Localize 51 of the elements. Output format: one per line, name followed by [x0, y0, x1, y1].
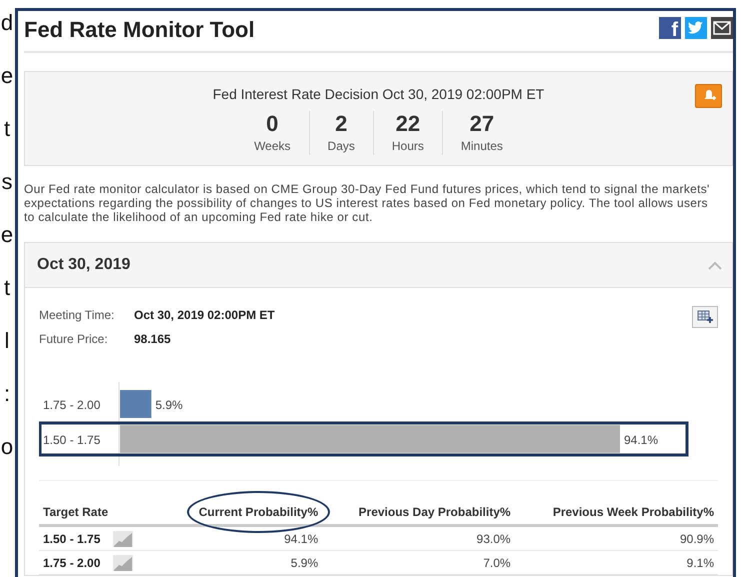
margin-letter: o [0, 433, 14, 461]
table-cell: 1.50 - 1.75 [39, 526, 109, 551]
margin-letter: t [4, 115, 10, 143]
column-header: Previous Day Probability% [358, 505, 511, 520]
page-title: Fed Rate Monitor Tool [24, 17, 255, 44]
field-label: Meeting Time: [39, 307, 116, 324]
table-plus-icon [697, 310, 713, 324]
table-cell: 5.9% [169, 550, 322, 575]
table-cell: 9.1% [514, 550, 718, 575]
bar-value-label: 5.9% [155, 398, 183, 412]
margin-letter: l [4, 327, 10, 355]
table-cell: 7.0% [322, 550, 515, 575]
margin-letter: : [4, 380, 10, 408]
chevron-up-icon[interactable] [708, 260, 722, 270]
table-cell: 94.1% [169, 526, 322, 551]
field-value: Oct 30, 2019 02:00PM ET [134, 307, 275, 324]
margin-letter: d [0, 9, 14, 37]
countdown-value: 0 [265, 111, 280, 138]
countdown-label: Days [328, 138, 355, 156]
email-icon[interactable] [711, 17, 733, 39]
countdown-value: 22 [394, 111, 422, 138]
countdown-label: Weeks [254, 138, 291, 156]
panel-title: Oct 30, 2019 [37, 255, 130, 276]
field-value: 98.165 [134, 331, 171, 348]
column-header: Previous Week Probability% [552, 505, 714, 520]
bar-value-label: 94.1% [624, 433, 658, 448]
bar-label: 1.75 - 2.00 [43, 398, 100, 412]
countdown-value: 2 [334, 111, 348, 138]
add-alert-button[interactable] [695, 84, 722, 108]
margin-letter: e [0, 62, 14, 90]
field-label: Future Price: [39, 331, 109, 348]
margin-letter: s [2, 168, 12, 196]
column-header: Current Probability% [186, 491, 330, 534]
column-header: Target Rate [43, 505, 108, 520]
countdown-label: Hours [392, 138, 424, 156]
countdown-label: Minutes [460, 138, 503, 156]
countdown-value: 27 [468, 111, 496, 138]
sparkline-icon[interactable] [113, 555, 133, 572]
bar-label: 1.50 - 1.75 [43, 433, 100, 448]
table-cell: 93.0% [322, 526, 515, 551]
table-cell: 1.75 - 2.00 [39, 550, 109, 575]
sparkline-icon[interactable] [113, 531, 133, 548]
bar [120, 390, 152, 418]
add-to-calendar-button[interactable] [692, 306, 718, 328]
margin-letter: e [0, 221, 14, 249]
margin-letter: t [4, 274, 10, 302]
table-cell: 90.9% [514, 526, 718, 551]
decision-title: Fed Interest Rate Decision Oct 30, 2019 02:00PM ET [212, 86, 544, 102]
panel-header[interactable]: Oct 30, 2019 [25, 243, 732, 288]
facebook-icon[interactable]: f [659, 17, 681, 39]
description-paragraph: Our Fed rate monitor calculator is based on CME Group 30-Day Fed Fund futures prices, which tend to signal the markets' expectations regarding the possibility of changes to US interest rates based on Fed monetary policy. The tool allows users to calculate the likelihood of an upcoming Fed rate hike or cut. [24, 182, 711, 224]
